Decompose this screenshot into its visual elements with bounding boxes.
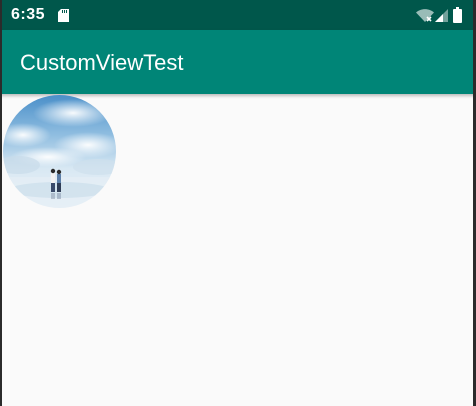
app-screen: 6:35 CustomViewTest [0, 0, 476, 406]
circular-photo[interactable] [3, 95, 116, 208]
battery-icon [453, 7, 462, 23]
screen-bezel-left [0, 0, 2, 406]
app-toolbar: CustomViewTest [0, 30, 476, 94]
status-bar: 6:35 [0, 0, 476, 30]
status-time: 6:35 [11, 6, 46, 23]
wifi-off-icon [416, 9, 434, 22]
app-title: CustomViewTest [20, 50, 184, 75]
sd-card-icon [58, 9, 69, 22]
photo-scene [3, 95, 116, 208]
signal-icon [435, 9, 448, 22]
